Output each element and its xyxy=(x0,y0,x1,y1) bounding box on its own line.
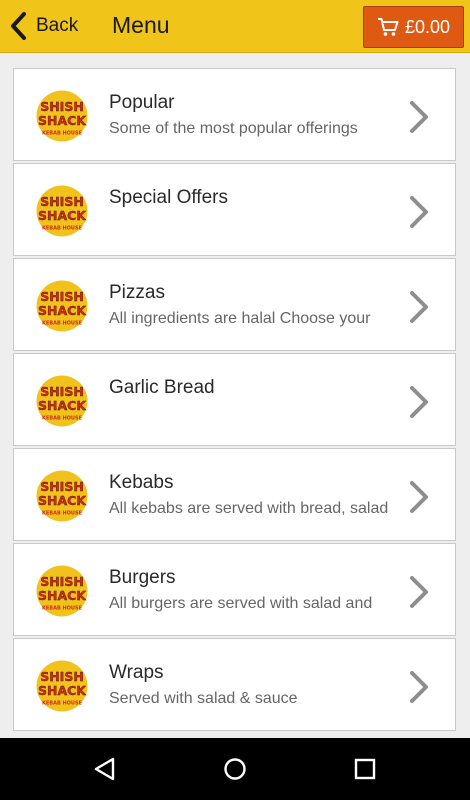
chevron-right-icon xyxy=(410,671,428,703)
menu-category-name: Garlic Bread xyxy=(109,377,215,398)
chevron-right-icon xyxy=(410,196,428,228)
menu-category-name: Pizzas xyxy=(109,282,165,303)
svg-text:SHACK: SHACK xyxy=(38,303,87,318)
menu-category-name: Wraps xyxy=(109,662,164,683)
chevron-right-icon xyxy=(410,481,428,513)
recents-square-icon[interactable] xyxy=(350,754,380,784)
svg-text:SHISH: SHISH xyxy=(40,669,84,684)
page-title: Menu xyxy=(112,12,170,38)
shish-shack-logo: SHISHSHACK KEBAB HOUSE xyxy=(36,280,88,332)
top-app-bar: Back Menu £0.00 xyxy=(0,0,470,53)
menu-category-description: All kebabs are served with bread, salad xyxy=(109,500,389,517)
svg-text:KEBAB HOUSE: KEBAB HOUSE xyxy=(42,131,83,137)
svg-text:KEBAB HOUSE: KEBAB HOUSE xyxy=(42,321,83,327)
shopping-cart-icon xyxy=(377,18,399,36)
menu-category-row[interactable]: SHISH SHACK KEBAB HOUSE Kebabs All kebabs ar… xyxy=(13,448,456,541)
svg-text:KEBAB HOUSE: KEBAB HOUSE xyxy=(42,606,83,612)
menu-category-row[interactable]: SHISH SHACK KEBAB HOUSE Burgers All burgers … xyxy=(13,543,456,636)
svg-text:SHISH: SHISH xyxy=(40,194,84,209)
menu-category-name: Special Offers xyxy=(109,187,228,208)
svg-text:SHACK: SHACK xyxy=(38,683,87,698)
shish-shack-logo: SHISHSHACK KEBAB HOUSE xyxy=(36,375,88,427)
shish-shack-logo: SHISHSHACK KEBAB HOUSE xyxy=(36,660,88,712)
svg-text:SHISH: SHISH xyxy=(40,384,84,399)
chevron-right-icon xyxy=(410,576,428,608)
menu-category-row[interactable]: SHISH SHACK KEBAB HOUSE Popular Some of the … xyxy=(13,68,456,161)
menu-category-name: Popular xyxy=(109,92,175,113)
menu-category-name: Burgers xyxy=(109,567,176,588)
svg-text:SHACK: SHACK xyxy=(38,113,87,128)
back-label: Back xyxy=(36,15,79,36)
svg-text:SHACK: SHACK xyxy=(38,208,87,223)
menu-category-name: Kebabs xyxy=(109,472,174,493)
chevron-right-icon xyxy=(410,291,428,323)
menu-category-row[interactable]: SHISH SHACK KEBAB HOUSE Pizzas All ingredien… xyxy=(13,258,456,351)
back-triangle-icon[interactable] xyxy=(90,754,120,784)
menu-category-description: All burgers are served with salad and xyxy=(109,595,373,612)
cart-total: £0.00 xyxy=(404,16,451,37)
shish-shack-logo: SHISHSHACK KEBAB HOUSE xyxy=(36,90,88,142)
svg-text:SHACK: SHACK xyxy=(38,588,87,603)
svg-text:KEBAB HOUSE: KEBAB HOUSE xyxy=(42,701,83,707)
menu-category-row[interactable]: SHISH SHACK KEBAB HOUSE Special Offers xyxy=(13,163,456,256)
svg-text:SHISH: SHISH xyxy=(40,574,84,589)
cart-button[interactable]: £0.00 xyxy=(363,6,464,48)
svg-text:SHISH: SHISH xyxy=(40,479,84,494)
shish-shack-logo: SHISHSHACK KEBAB HOUSE xyxy=(36,470,88,522)
chevron-left-icon xyxy=(11,12,26,40)
menu-category-description: All ingredients are halal Choose your xyxy=(109,310,371,327)
svg-text:KEBAB HOUSE: KEBAB HOUSE xyxy=(42,226,83,232)
menu-category-row[interactable]: SHISH SHACK KEBAB HOUSE Garlic Bread xyxy=(13,353,456,446)
menu-category-description: Some of the most popular offerings xyxy=(109,120,358,137)
svg-text:KEBAB HOUSE: KEBAB HOUSE xyxy=(42,416,83,422)
svg-text:SHISH: SHISH xyxy=(40,289,84,304)
svg-text:SHACK: SHACK xyxy=(38,398,87,413)
shish-shack-logo: SHISHSHACK KEBAB HOUSE xyxy=(36,185,88,237)
svg-text:SHACK: SHACK xyxy=(38,493,87,508)
menu-category-row[interactable]: SHISH SHACK KEBAB HOUSE Wraps Served with sa… xyxy=(13,638,456,731)
menu-category-description: Served with salad & sauce xyxy=(109,690,298,707)
svg-text:KEBAB HOUSE: KEBAB HOUSE xyxy=(42,511,83,517)
menu-category-list: SHISH SHACK KEBAB HOUSE Popular Some of the … xyxy=(13,68,456,738)
chevron-right-icon xyxy=(410,386,428,418)
home-circle-icon[interactable] xyxy=(220,754,250,784)
svg-text:SHISH: SHISH xyxy=(40,99,84,114)
chevron-right-icon xyxy=(410,101,428,133)
shish-shack-logo: SHISHSHACK KEBAB HOUSE xyxy=(36,565,88,617)
back-button[interactable]: Back xyxy=(8,10,78,42)
system-navigation-bar xyxy=(0,738,470,800)
